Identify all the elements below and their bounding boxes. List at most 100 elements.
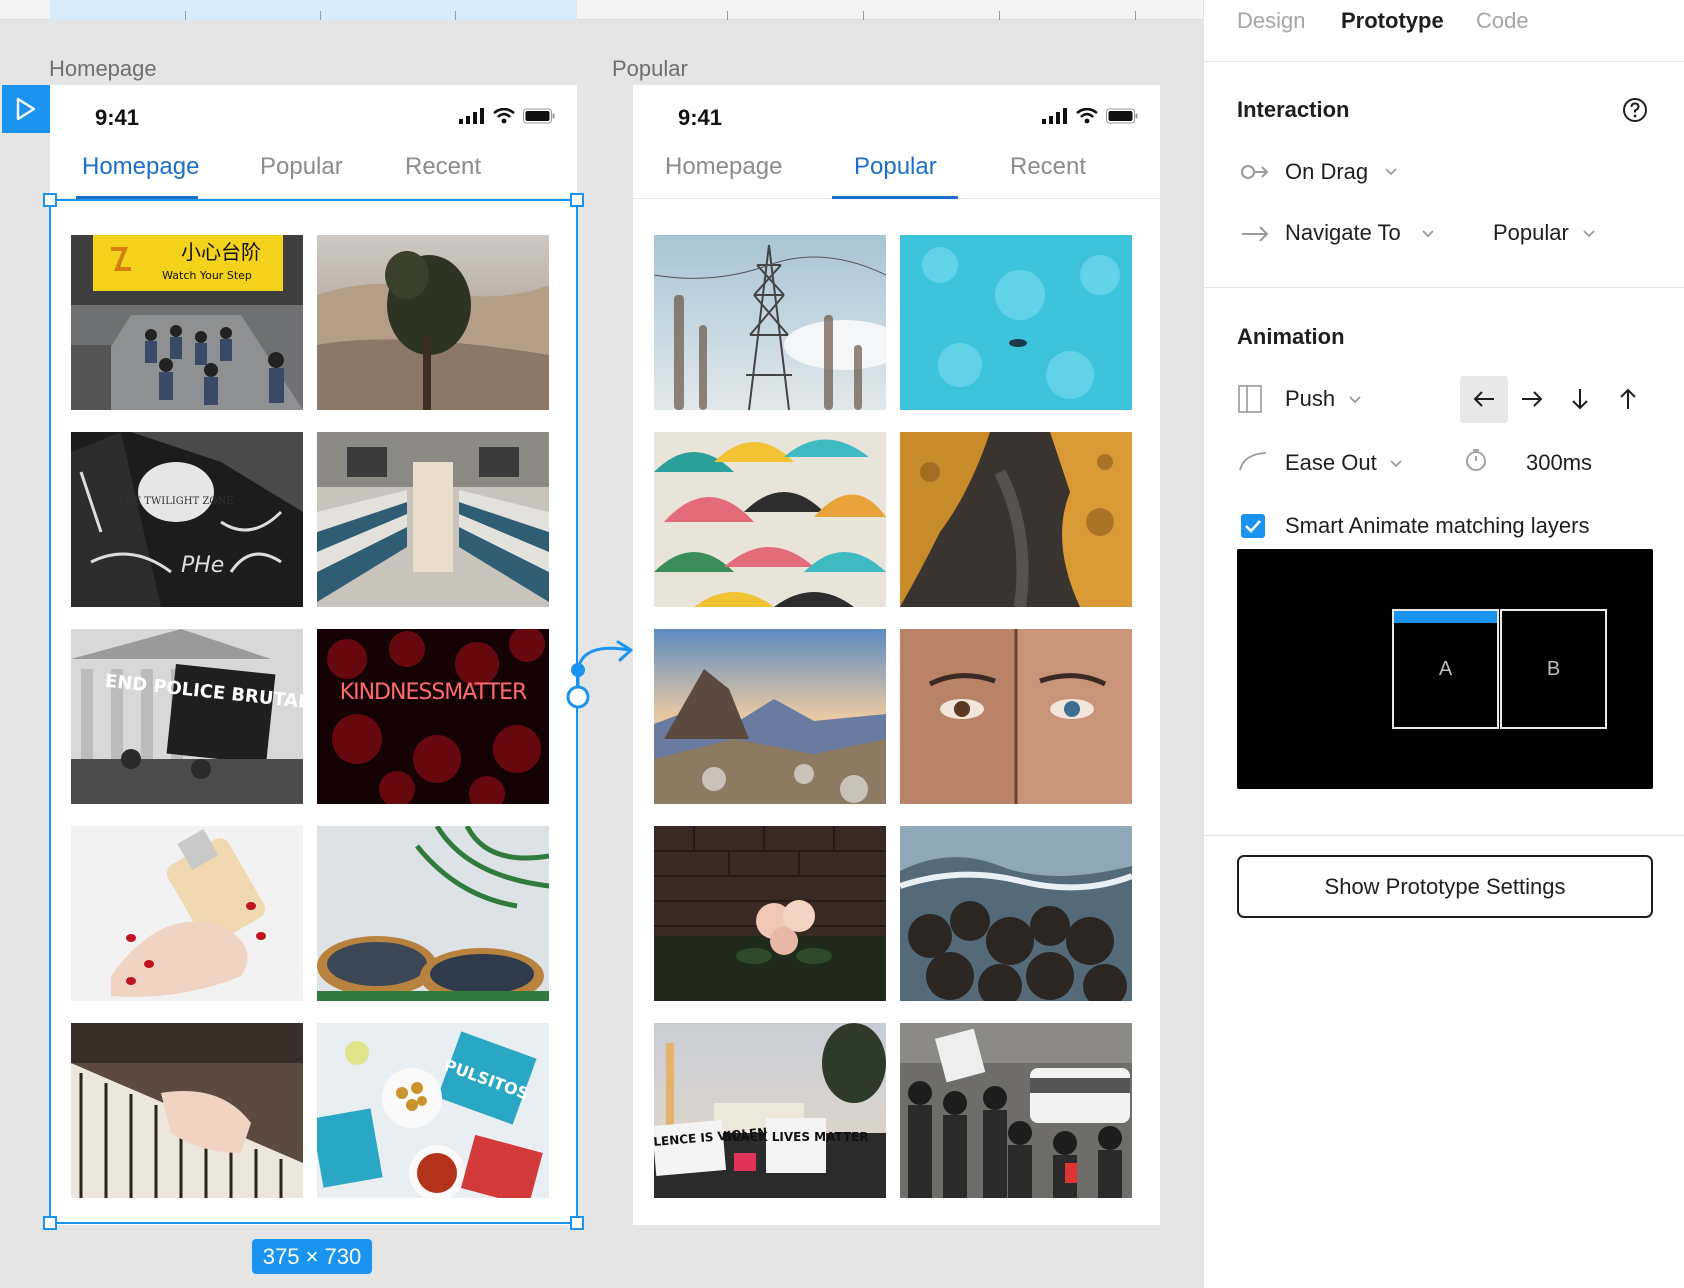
properties-panel: Design Prototype Code Interaction On Dra… — [1203, 0, 1684, 1288]
neon-text: KINDNESSMATTER — [340, 680, 527, 705]
ruler-tick — [1135, 11, 1136, 20]
timer-icon — [1466, 449, 1486, 471]
animation-type-value: Push — [1285, 386, 1336, 411]
photo-blm-protest-dc[interactable]: WHITE SILENCE IS VIOLENCE BLACK LIVES MA… — [654, 1023, 886, 1198]
preview-label-a: A — [1438, 657, 1453, 680]
ruler-tick — [727, 11, 728, 20]
smart-animate-label[interactable]: Smart Animate matching layers — [1285, 513, 1589, 539]
photo-mountain-sunset[interactable] — [654, 629, 886, 804]
photo-power-tower[interactable] — [654, 235, 886, 410]
battery-icon — [1106, 108, 1138, 124]
tab-bar: Homepage Popular Recent — [633, 147, 1160, 199]
tab-bar: Homepage Popular Recent — [50, 147, 577, 199]
ruler-selection-range — [50, 0, 577, 20]
tab-code[interactable]: Code — [1476, 8, 1529, 34]
tab-homepage[interactable]: Homepage — [82, 153, 199, 181]
photo-two-faces[interactable] — [900, 629, 1132, 804]
wifi-icon — [493, 108, 515, 124]
tab-homepage[interactable]: Homepage — [665, 153, 782, 181]
preview-progress-bar — [1394, 611, 1497, 623]
arrow-down-icon — [1572, 389, 1588, 410]
ruler-tick — [185, 11, 186, 20]
chevron-down-icon — [1349, 396, 1361, 404]
homepage-frame[interactable]: 9:41 Homepage Popular Recent 小心台阶 Watch … — [50, 85, 577, 1225]
arrow-left-icon — [1473, 391, 1494, 407]
signal-icon — [459, 108, 484, 124]
frame-label-homepage[interactable]: Homepage — [49, 56, 157, 82]
battery-icon — [523, 108, 555, 124]
duration-value[interactable]: 300ms — [1526, 450, 1592, 476]
show-prototype-settings-button[interactable]: Show Prototype Settings — [1237, 855, 1653, 918]
photo-subway-stairs[interactable]: 小心台阶 Watch Your Step — [71, 235, 303, 410]
selection-size-badge: 375 × 730 — [252, 1239, 372, 1274]
photo-roses-brick-wall[interactable] — [654, 826, 886, 1001]
status-bar: 9:41 — [50, 85, 577, 147]
interaction-section: Interaction On Drag Navigate To Popular — [1204, 62, 1684, 288]
tab-active-underline — [832, 196, 958, 199]
photo-bowls-plants[interactable] — [317, 826, 549, 1001]
easing-curve-icon — [1239, 452, 1267, 471]
direction-up-button[interactable] — [1604, 376, 1652, 423]
photo-kindness-matters-neon[interactable]: KINDNESSMATTER — [317, 629, 549, 804]
drag-trigger-icon — [1241, 165, 1269, 179]
photo-perfume-hand[interactable] — [71, 826, 303, 1001]
frame-label-popular[interactable]: Popular — [612, 56, 688, 82]
blm-sign-text: BLACK LIVES MATTER — [723, 1130, 868, 1144]
arrow-up-icon — [1620, 388, 1636, 409]
ruler-tick — [455, 11, 456, 20]
status-time: 9:41 — [678, 105, 723, 130]
starting-point-play-button[interactable] — [2, 85, 50, 133]
tab-active-underline — [76, 196, 198, 199]
prototype-connection-arrow[interactable] — [560, 630, 640, 730]
preview-frame-b: B — [1500, 609, 1607, 729]
popular-frame[interactable]: 9:41 Homepage Popular Recent SILENCE IS … — [633, 85, 1160, 1225]
tab-popular[interactable]: Popular — [854, 153, 937, 181]
direction-right-button[interactable] — [1508, 376, 1556, 423]
action-value: Navigate To — [1285, 220, 1401, 245]
preview-frame-a: A — [1392, 609, 1499, 729]
canvas[interactable]: Homepage Popular 9:41 Homepage Popular R… — [0, 0, 1203, 1288]
photo-twilight-zone[interactable]: THE TWILIGHT ZONE PHe — [71, 432, 303, 607]
photo-canyon-tree[interactable] — [317, 235, 549, 410]
help-icon[interactable] — [1622, 97, 1648, 123]
tab-design[interactable]: Design — [1237, 8, 1305, 34]
twilight-text: THE TWILIGHT ZONE — [118, 496, 233, 507]
push-transition-icon — [1238, 385, 1262, 413]
photo-pulsitos-snacks[interactable]: PULSITOS — [317, 1023, 549, 1198]
direction-down-button[interactable] — [1556, 376, 1604, 423]
destination-value: Popular — [1493, 220, 1569, 245]
smart-animate-checkbox[interactable] — [1241, 514, 1265, 538]
tab-recent[interactable]: Recent — [1010, 153, 1086, 181]
top-ruler — [0, 0, 1203, 20]
tab-popular[interactable]: Popular — [260, 153, 343, 181]
photo-train-interior[interactable] — [317, 432, 549, 607]
arrow-right-icon — [1522, 391, 1543, 407]
easing-value: Ease Out — [1285, 450, 1377, 475]
direction-left-button[interactable] — [1460, 376, 1508, 423]
sign-chinese-text: 小心台阶 — [181, 240, 261, 264]
tab-prototype[interactable]: Prototype — [1341, 8, 1444, 34]
panel-tabs: Design Prototype Code — [1204, 0, 1684, 62]
svg-text:PHe: PHe — [181, 553, 224, 578]
chevron-down-icon — [1390, 460, 1402, 468]
photo-protest-crowd[interactable] — [900, 1023, 1132, 1198]
preview-label-b: B — [1546, 657, 1561, 680]
photo-umbrellas[interactable] — [654, 432, 886, 607]
photo-rusty-texture[interactable] — [900, 432, 1132, 607]
checkmark-icon — [1245, 520, 1261, 533]
interaction-title: Interaction — [1237, 97, 1350, 122]
ruler-tick — [320, 11, 321, 20]
status-time: 9:41 — [95, 105, 140, 130]
animation-section: Animation Push Ease Out 300ms Smart Anim… — [1204, 288, 1684, 836]
status-bar: 9:41 — [633, 85, 1160, 147]
ruler-tick — [999, 11, 1000, 20]
sign-english-text: Watch Your Step — [162, 269, 252, 282]
photo-protest-building[interactable]: END POLICE BRUTALITY — [71, 629, 303, 804]
animation-preview: A B — [1237, 549, 1653, 789]
photo-rocky-shore[interactable] — [900, 826, 1132, 1001]
photo-turquoise-sea[interactable] — [900, 235, 1132, 410]
chevron-down-icon — [1385, 168, 1397, 176]
photo-piano-hands[interactable] — [71, 1023, 303, 1198]
arrow-right-icon — [1242, 226, 1269, 242]
tab-recent[interactable]: Recent — [405, 153, 481, 181]
